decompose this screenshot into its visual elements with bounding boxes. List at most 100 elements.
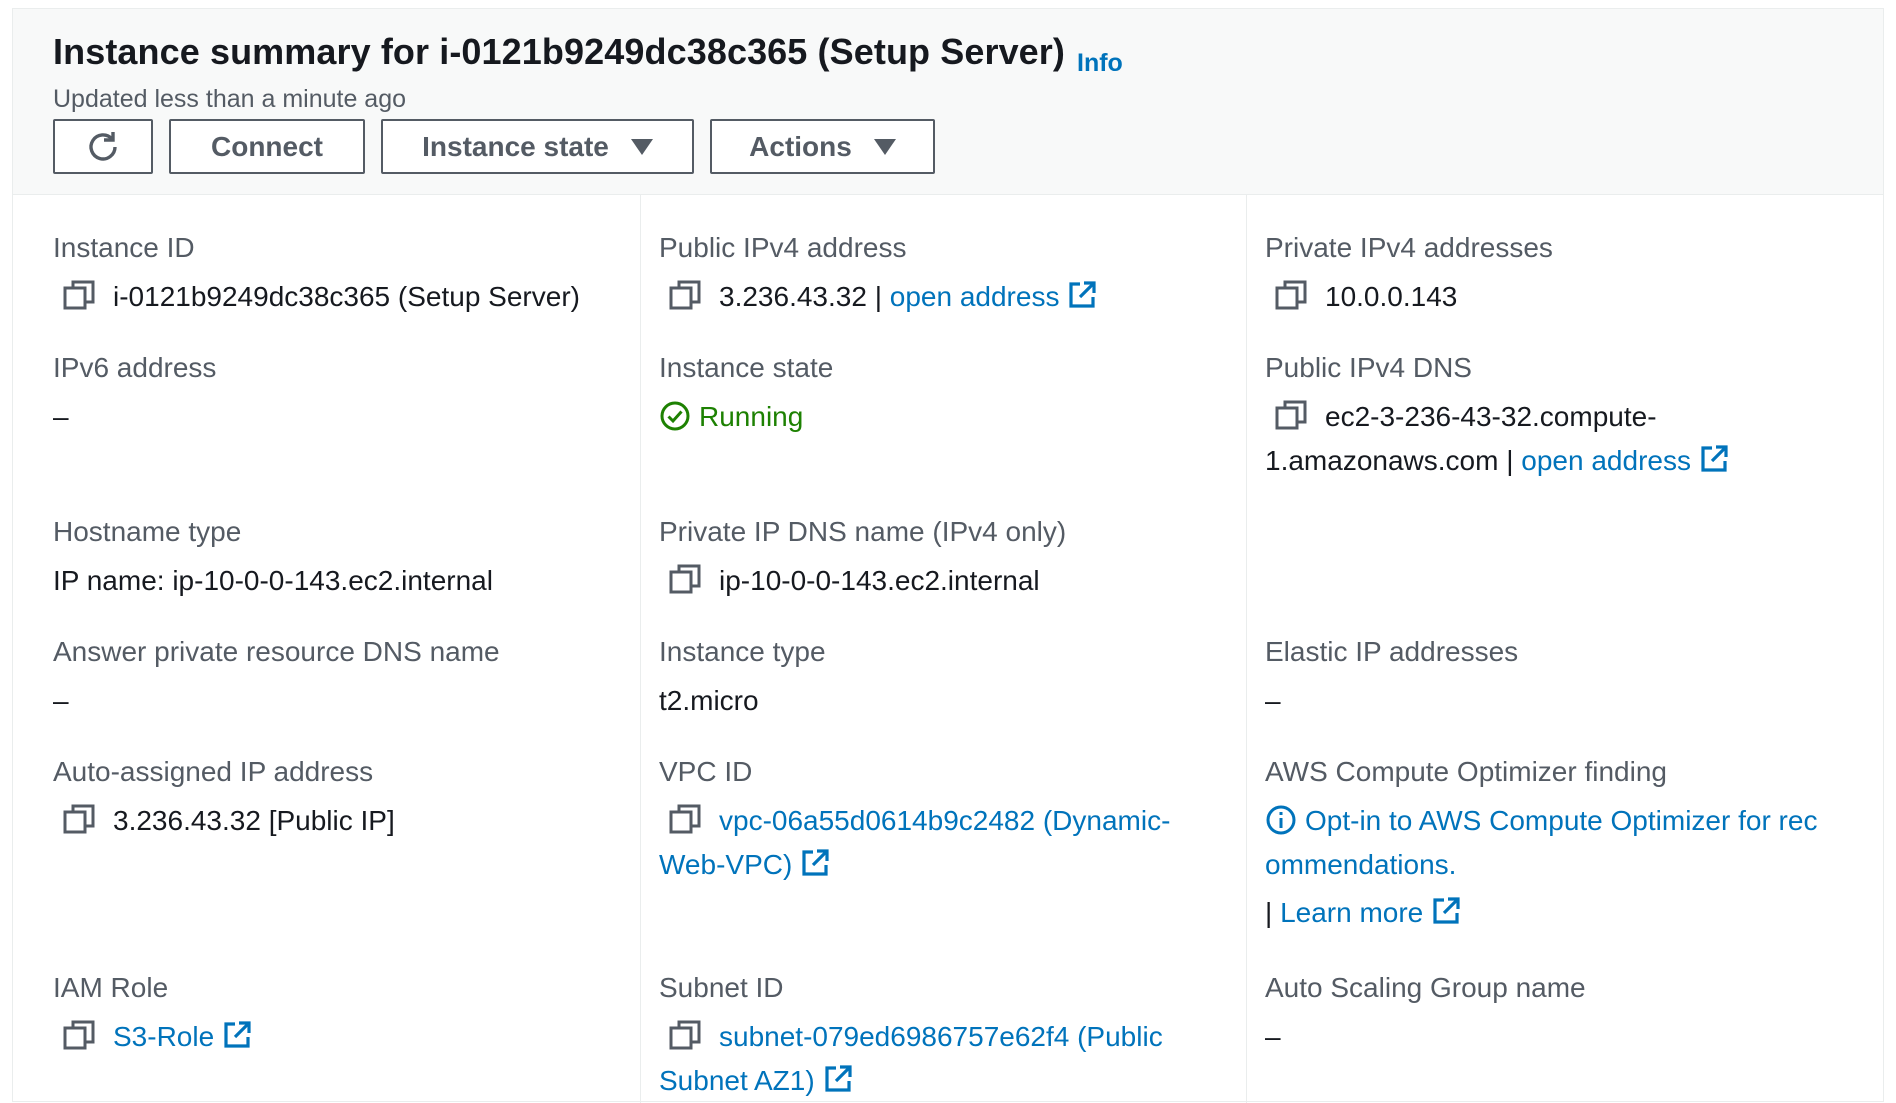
actions-label: Actions <box>749 130 852 162</box>
field-label: Elastic IP addresses <box>1265 636 1519 667</box>
iam-role-field: IAM Role S3-Role <box>53 971 252 1059</box>
field-label: Hostname type <box>53 516 242 547</box>
field-label: Private IPv4 addresses <box>1265 232 1553 263</box>
field-label: Private IP DNS name (IPv4 only) <box>659 516 1067 547</box>
field-value: Opt-in to AWS Compute Optimizer for rec <box>1265 799 1817 843</box>
copy-icon[interactable] <box>59 1019 99 1051</box>
external-link-icon[interactable] <box>800 848 830 878</box>
field-label: Public IPv4 DNS <box>1265 352 1472 383</box>
instance-id-value: i-0121b9249dc38c365 (Setup Server) <box>113 281 580 312</box>
field-value: 3.236.43.32 [Public IP] <box>53 799 395 843</box>
field-value-line2: 1.amazonaws.com | open address <box>1265 439 1729 483</box>
elastic-ip-field: Elastic IP addresses – <box>1265 635 1518 723</box>
learn-more-link[interactable]: Learn more <box>1280 897 1423 928</box>
public-dns-field: Public IPv4 DNS ec2-3-236-43-32.compute-… <box>1265 351 1729 483</box>
field-label: Instance state <box>659 352 834 383</box>
connect-button[interactable]: Connect <box>169 119 365 174</box>
vpc-id-field: VPC ID vpc-06a55d0614b9c2482 (Dynamic- W… <box>659 755 1170 887</box>
external-link-icon[interactable] <box>1699 444 1729 474</box>
asg-name-value: – <box>1265 1021 1281 1052</box>
public-ipv4-value: 3.236.43.32 <box>719 281 867 312</box>
instance-state-button[interactable]: Instance state <box>381 119 694 174</box>
public-dns-value: ec2-3-236-43-32.compute- <box>1325 401 1657 432</box>
instance-type-value: t2.micro <box>659 685 759 716</box>
iam-role-link[interactable]: S3-Role <box>113 1021 214 1052</box>
field-label: Answer private resource DNS name <box>53 636 500 667</box>
optimizer-opt-in-link-continued[interactable]: ommendations. <box>1265 849 1456 880</box>
private-ipv4-field: Private IPv4 addresses 10.0.0.143 <box>1265 231 1553 319</box>
private-dns-value: ip-10-0-0-143.ec2.internal <box>719 565 1040 596</box>
copy-icon[interactable] <box>665 803 705 835</box>
copy-icon[interactable] <box>1271 399 1311 431</box>
hostname-type-value: IP name: ip-10-0-0-143.ec2.internal <box>53 565 493 596</box>
hostname-type-field: Hostname type IP name: ip-10-0-0-143.ec2… <box>53 515 493 603</box>
copy-icon[interactable] <box>665 563 705 595</box>
external-link-icon[interactable] <box>1067 280 1097 310</box>
field-value-line2: Subnet AZ1) <box>659 1059 1163 1103</box>
instance-summary-panel: Instance summary for i-0121b9249dc38c365… <box>12 8 1884 1103</box>
answer-dns-field: Answer private resource DNS name – <box>53 635 500 723</box>
open-address-link[interactable]: open address <box>890 281 1060 312</box>
copy-icon[interactable] <box>59 279 99 311</box>
private-dns-field: Private IP DNS name (IPv4 only) ip-10-0-… <box>659 515 1066 603</box>
subnet-id-link[interactable]: subnet-079ed6986757e62f4 (Public <box>719 1021 1163 1052</box>
details-column-2: Public IPv4 address 3.236.43.32 | open a… <box>641 195 1247 1103</box>
field-label: Instance ID <box>53 232 195 263</box>
instance-state-field: Instance state Running <box>659 351 833 439</box>
copy-icon[interactable] <box>665 1019 705 1051</box>
field-label: VPC ID <box>659 756 753 787</box>
actions-button[interactable]: Actions <box>710 119 935 174</box>
info-circle-icon <box>1266 805 1296 835</box>
auto-ip-value: 3.236.43.32 [Public IP] <box>113 805 395 836</box>
field-value: Running <box>659 395 833 439</box>
subnet-id-field: Subnet ID subnet-079ed6986757e62f4 (Publ… <box>659 971 1163 1103</box>
caret-down-icon <box>630 138 653 155</box>
field-value-line3: | Learn more <box>1265 891 1817 935</box>
private-ipv4-value: 10.0.0.143 <box>1325 281 1458 312</box>
separator: | <box>874 281 882 312</box>
field-label: Public IPv4 address <box>659 232 907 263</box>
elastic-ip-value: – <box>1265 685 1281 716</box>
instance-id-field: Instance ID i-0121b9249dc38c365 (Setup S… <box>53 231 580 319</box>
copy-icon[interactable] <box>665 279 705 311</box>
subnet-id-link-continued[interactable]: Subnet AZ1) <box>659 1065 815 1096</box>
refresh-button[interactable] <box>53 119 153 174</box>
updated-text: Updated less than a minute ago <box>53 85 407 113</box>
vpc-id-link[interactable]: vpc-06a55d0614b9c2482 (Dynamic- <box>719 805 1170 836</box>
field-label: IPv6 address <box>53 352 217 383</box>
refresh-icon <box>89 131 117 161</box>
field-value: vpc-06a55d0614b9c2482 (Dynamic- <box>659 799 1170 843</box>
info-link[interactable]: Info <box>1077 49 1123 78</box>
field-value: 10.0.0.143 <box>1265 275 1553 319</box>
external-link-icon[interactable] <box>823 1064 853 1094</box>
ipv6-field: IPv6 address – <box>53 351 216 439</box>
summary-header: Instance summary for i-0121b9249dc38c365… <box>13 9 1883 195</box>
field-value-line2: Web-VPC) <box>659 843 1170 887</box>
field-value: ip-10-0-0-143.ec2.internal <box>659 559 1066 603</box>
field-label: Subnet ID <box>659 972 784 1003</box>
answer-dns-value: – <box>53 685 69 716</box>
ipv6-value: – <box>53 401 69 432</box>
caret-down-icon <box>873 138 896 155</box>
instance-state-value: Running <box>699 401 804 432</box>
external-link-icon[interactable] <box>222 1020 252 1050</box>
copy-icon[interactable] <box>1271 279 1311 311</box>
vpc-id-link-continued[interactable]: Web-VPC) <box>659 849 792 880</box>
external-link-icon[interactable] <box>1431 896 1461 926</box>
asg-name-field: Auto Scaling Group name – <box>1265 971 1586 1059</box>
open-address-link[interactable]: open address <box>1521 445 1691 476</box>
instance-state-label: Instance state <box>422 130 609 162</box>
public-dns-value-continued: 1.amazonaws.com <box>1265 445 1499 476</box>
field-value: subnet-079ed6986757e62f4 (Public <box>659 1015 1163 1059</box>
field-label: Auto-assigned IP address <box>53 756 374 787</box>
field-label: Auto Scaling Group name <box>1265 972 1586 1003</box>
copy-icon[interactable] <box>59 803 99 835</box>
check-circle-icon <box>660 401 690 431</box>
field-label: IAM Role <box>53 972 169 1003</box>
instance-type-field: Instance type t2.micro <box>659 635 826 723</box>
page-title: Instance summary for i-0121b9249dc38c365… <box>53 31 1066 72</box>
optimizer-opt-in-link[interactable]: Opt-in to AWS Compute Optimizer for rec <box>1305 805 1817 836</box>
separator: | <box>1506 445 1514 476</box>
auto-ip-field: Auto-assigned IP address 3.236.43.32 [Pu… <box>53 755 395 843</box>
field-value: S3-Role <box>53 1015 252 1059</box>
